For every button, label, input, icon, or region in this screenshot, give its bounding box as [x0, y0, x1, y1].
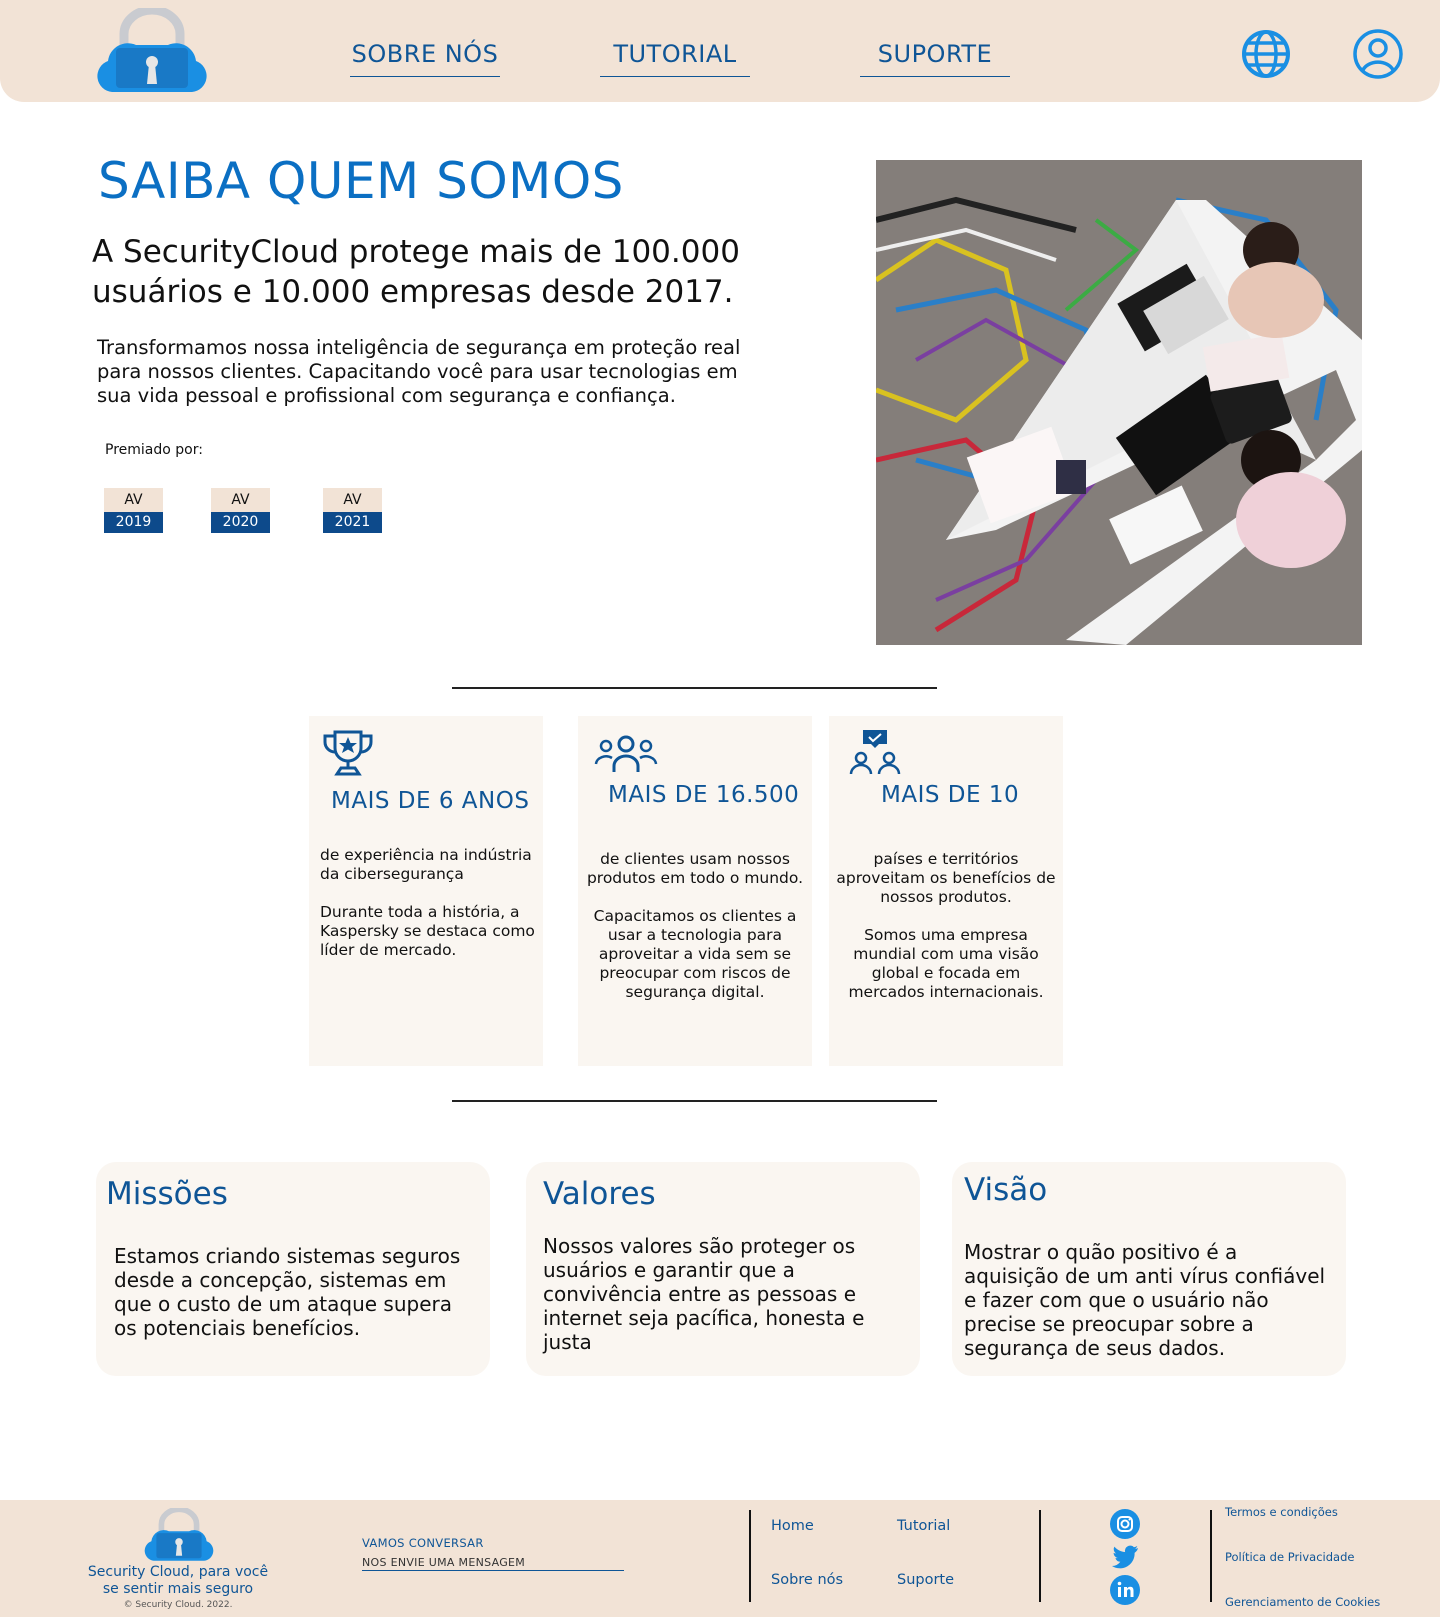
- footer-tagline: Security Cloud, para você se sentir mais…: [87, 1564, 269, 1597]
- footer-divider: [749, 1510, 751, 1602]
- values-card: Valores Nossos valores são proteger os u…: [526, 1162, 920, 1376]
- footer-link-privacy[interactable]: Política de Privacidade: [1225, 1550, 1354, 1564]
- award-badge-top: AV: [104, 488, 163, 512]
- users-icon: [594, 735, 658, 772]
- footer-divider: [1039, 1510, 1041, 1602]
- page-title: SAIBA QUEM SOMOS: [98, 152, 624, 210]
- hero-subtitle: A SecurityCloud protege mais de 100.000 …: [92, 234, 740, 310]
- hero-description: Transformamos nossa inteligência de segu…: [97, 336, 741, 407]
- award-badge-2020: AV 2020: [211, 488, 270, 534]
- award-badge-year: 2019: [104, 512, 163, 533]
- mission-card: Missões Estamos criando sistemas seguros…: [96, 1162, 490, 1376]
- footer-link-home[interactable]: Home: [771, 1518, 814, 1534]
- stat-text: de experiência na indústria da cibersegu…: [320, 846, 535, 959]
- stat-title: MAIS DE 6 ANOS: [331, 788, 530, 814]
- stat-text: países e territórios aproveitam os benef…: [836, 850, 1056, 1001]
- nav-sobre-nos[interactable]: SOBRE NÓS: [350, 40, 500, 77]
- award-badge-year: 2020: [211, 512, 270, 533]
- stat-card-years: MAIS DE 6 ANOS de experiência na indústr…: [309, 716, 543, 1066]
- award-badge-2021: AV 2021: [323, 488, 382, 534]
- card-text: Mostrar o quão positivo é a aquisição de…: [964, 1240, 1326, 1360]
- nav-suporte[interactable]: SUPORTE: [860, 40, 1010, 77]
- section-divider: [452, 687, 937, 689]
- page-footer: Security Cloud, para você se sentir mais…: [0, 1500, 1440, 1617]
- team-working-photo: [876, 160, 1362, 645]
- award-badge-top: AV: [323, 488, 382, 512]
- globe-icon[interactable]: [1240, 28, 1292, 80]
- award-badge-year: 2021: [323, 512, 382, 533]
- stat-text: de clientes usam nossos produtos em todo…: [586, 850, 804, 1001]
- twitter-icon[interactable]: [1109, 1540, 1141, 1572]
- footer-copyright: © Security Cloud. 2022.: [123, 1600, 233, 1610]
- card-text: Nossos valores são proteger os usuários …: [543, 1234, 865, 1354]
- instagram-icon[interactable]: [1109, 1508, 1141, 1540]
- section-divider: [452, 1100, 937, 1102]
- footer-link-sobre-nos[interactable]: Sobre nós: [771, 1572, 843, 1588]
- top-header: SOBRE NÓS TUTORIAL SUPORTE: [0, 0, 1440, 102]
- awards-label: Premiado por:: [105, 442, 203, 458]
- card-title: Missões: [106, 1176, 228, 1212]
- award-badge-2019: AV 2019: [104, 488, 163, 534]
- footer-divider: [1210, 1510, 1212, 1602]
- contact-label: VAMOS CONVERSAR: [362, 1536, 484, 1550]
- nav-tutorial[interactable]: TUTORIAL: [600, 40, 750, 77]
- stat-card-countries: MAIS DE 10 países e territórios aproveit…: [829, 716, 1063, 1066]
- footer-link-terms[interactable]: Termos e condições: [1225, 1505, 1338, 1519]
- card-title: Visão: [964, 1172, 1048, 1208]
- award-badge-top: AV: [211, 488, 270, 512]
- stat-title: MAIS DE 10: [881, 782, 1020, 808]
- chat-users-icon: [849, 730, 901, 775]
- stat-card-clients: MAIS DE 16.500 de clientes usam nossos p…: [578, 716, 812, 1066]
- card-title: Valores: [543, 1176, 656, 1212]
- padlock-cloud-logo[interactable]: [142, 1508, 216, 1562]
- card-text: Estamos criando sistemas seguros desde a…: [114, 1244, 461, 1340]
- linkedin-icon[interactable]: [1109, 1574, 1141, 1606]
- footer-link-tutorial[interactable]: Tutorial: [897, 1518, 950, 1534]
- trophy-icon: [323, 730, 373, 776]
- footer-link-cookies[interactable]: Gerenciamento de Cookies: [1225, 1595, 1380, 1609]
- user-icon[interactable]: [1352, 28, 1404, 80]
- vision-card: Visão Mostrar o quão positivo é a aquisi…: [952, 1162, 1346, 1376]
- footer-link-suporte[interactable]: Suporte: [897, 1572, 954, 1588]
- message-input[interactable]: NOS ENVIE UMA MENSAGEM: [362, 1556, 624, 1571]
- padlock-cloud-logo[interactable]: [94, 8, 210, 94]
- stat-title: MAIS DE 16.500: [608, 782, 800, 808]
